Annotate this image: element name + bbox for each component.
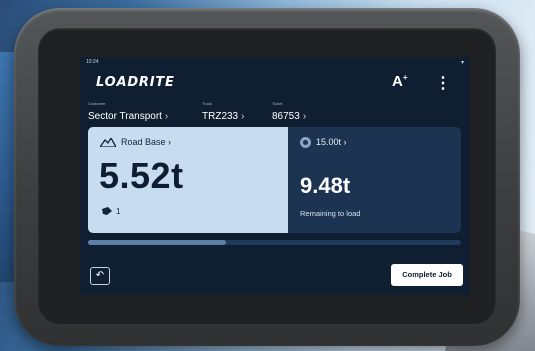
breadcrumb-label: Customer [88,101,106,106]
wifi-icon: ▾ [460,60,464,66]
target-icon [300,137,311,149]
material-name: Road Base [121,137,166,147]
bucket-count: 1 [116,207,121,216]
breadcrumb-value: 86753 [272,111,300,122]
more-menu-icon[interactable]: ⋮ [435,73,451,93]
bucket-count-row: 1 [101,207,120,216]
breadcrumb-customer[interactable]: Customer Sector Transport › [88,101,168,124]
breadcrumb-label: Ticket [272,101,283,106]
target-panel: 15.00t › 9.48t Remaining to load [288,127,461,233]
chevron-right-icon: › [341,137,347,147]
font-size-letter: A [392,73,403,90]
load-progress-fill [88,240,226,245]
mountain-icon [100,138,116,148]
load-progress-bar [88,240,461,245]
load-summary-card: Road Base › 5.52t 1 15.00t › 9.48t Remai… [88,127,461,233]
loadrite-logo: LOADRITE [96,75,175,90]
bottom-bar: ↶ Complete Job [80,257,470,295]
material-selector[interactable]: Road Base › [100,137,172,148]
target-selector[interactable]: 15.00t › [300,137,347,149]
font-size-icon[interactable]: A+ [392,73,408,90]
remaining-weight: 9.48t [300,173,351,198]
font-size-plus: + [402,73,408,82]
complete-job-button[interactable]: Complete Job [391,264,463,286]
undo-icon: ↶ [95,270,105,281]
loaded-weight: 5.52t [99,155,184,196]
undo-button[interactable]: ↶ [90,267,110,285]
target-weight: 15.00t [316,137,342,147]
app-bar: LOADRITE A+ ⋮ [80,67,470,101]
bucket-icon [102,207,112,216]
breadcrumb-truck[interactable]: Truck TRZ233 › [202,101,244,124]
chevron-right-icon: › [302,111,307,122]
status-time: 10:24 [86,59,99,65]
material-panel[interactable]: Road Base › 5.52t 1 [88,127,288,233]
breadcrumb-value: TRZ233 [202,111,239,122]
chevron-right-icon: › [165,137,172,147]
status-bar: 10:24 ▾ [86,59,464,67]
breadcrumb-ticket[interactable]: Ticket 86753 › [272,101,306,124]
remaining-label: Remaining to load [300,209,361,218]
breadcrumb-label: Truck [202,101,212,106]
breadcrumb: Customer Sector Transport › Truck TRZ233 ›… [80,101,470,123]
tablet-screen: 10:24 ▾ LOADRITE A+ ⋮ Customer Sector Tr… [80,57,470,295]
breadcrumb-value: Sector Transport [88,111,162,122]
chevron-right-icon: › [241,111,245,122]
chevron-right-icon: › [164,111,169,122]
